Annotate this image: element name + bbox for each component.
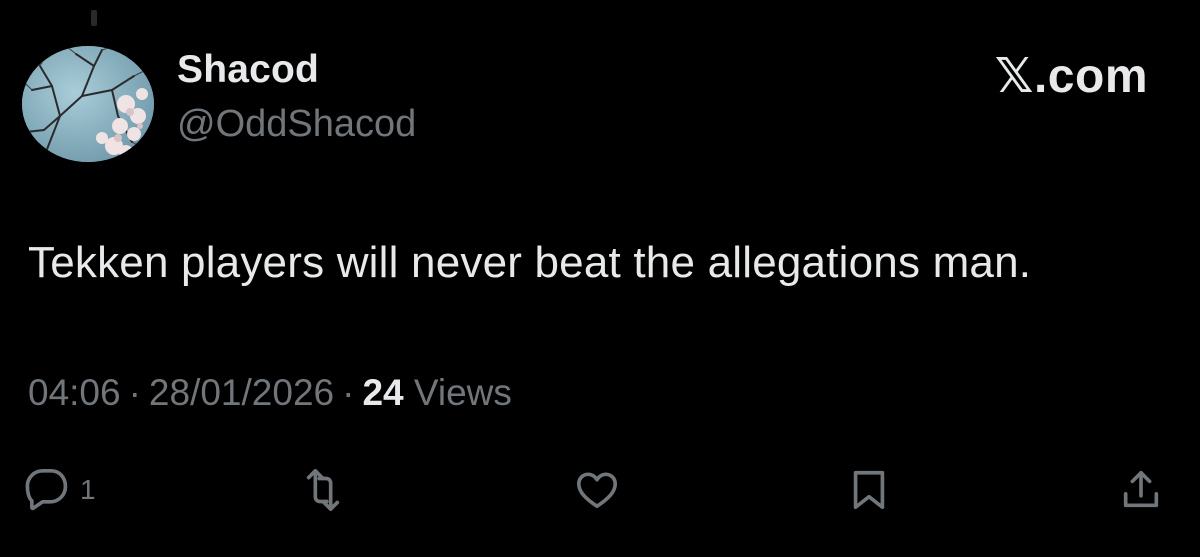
- tweet-text: Tekken players will never beat the alleg…: [28, 238, 1032, 287]
- share-button[interactable]: [1118, 462, 1164, 518]
- tweet-actions: 1: [0, 462, 1200, 522]
- tweet-date[interactable]: 28/01/2026: [149, 372, 334, 413]
- avatar-image: [22, 46, 154, 162]
- display-name[interactable]: Shacod: [177, 48, 319, 92]
- views-count[interactable]: 24: [362, 372, 403, 413]
- top-divider: [91, 10, 97, 26]
- meta-separator: ·: [342, 372, 355, 413]
- tweet-meta: 04:06 · 28/01/2026 · 24 Views: [28, 372, 512, 414]
- repost-icon: [306, 469, 340, 511]
- reply-count: 1: [80, 474, 96, 505]
- like-button[interactable]: [574, 462, 620, 518]
- tweet-card: Shacod @OddShacod 𝕏.com Tekken players w…: [0, 0, 1200, 557]
- tweet-time[interactable]: 04:06: [28, 372, 121, 413]
- reply-icon: [25, 469, 68, 511]
- bookmark-button[interactable]: [846, 462, 892, 518]
- reply-button[interactable]: 1: [24, 462, 96, 518]
- x-logo: 𝕏.com: [994, 50, 1148, 103]
- repost-button[interactable]: [300, 462, 346, 518]
- heart-icon: [576, 472, 618, 509]
- meta-separator: ·: [128, 372, 141, 413]
- avatar[interactable]: [22, 46, 154, 162]
- share-icon: [1123, 470, 1159, 508]
- user-handle[interactable]: @OddShacod: [177, 103, 416, 146]
- bookmark-icon: [853, 470, 885, 510]
- views-label[interactable]: Views: [414, 372, 512, 413]
